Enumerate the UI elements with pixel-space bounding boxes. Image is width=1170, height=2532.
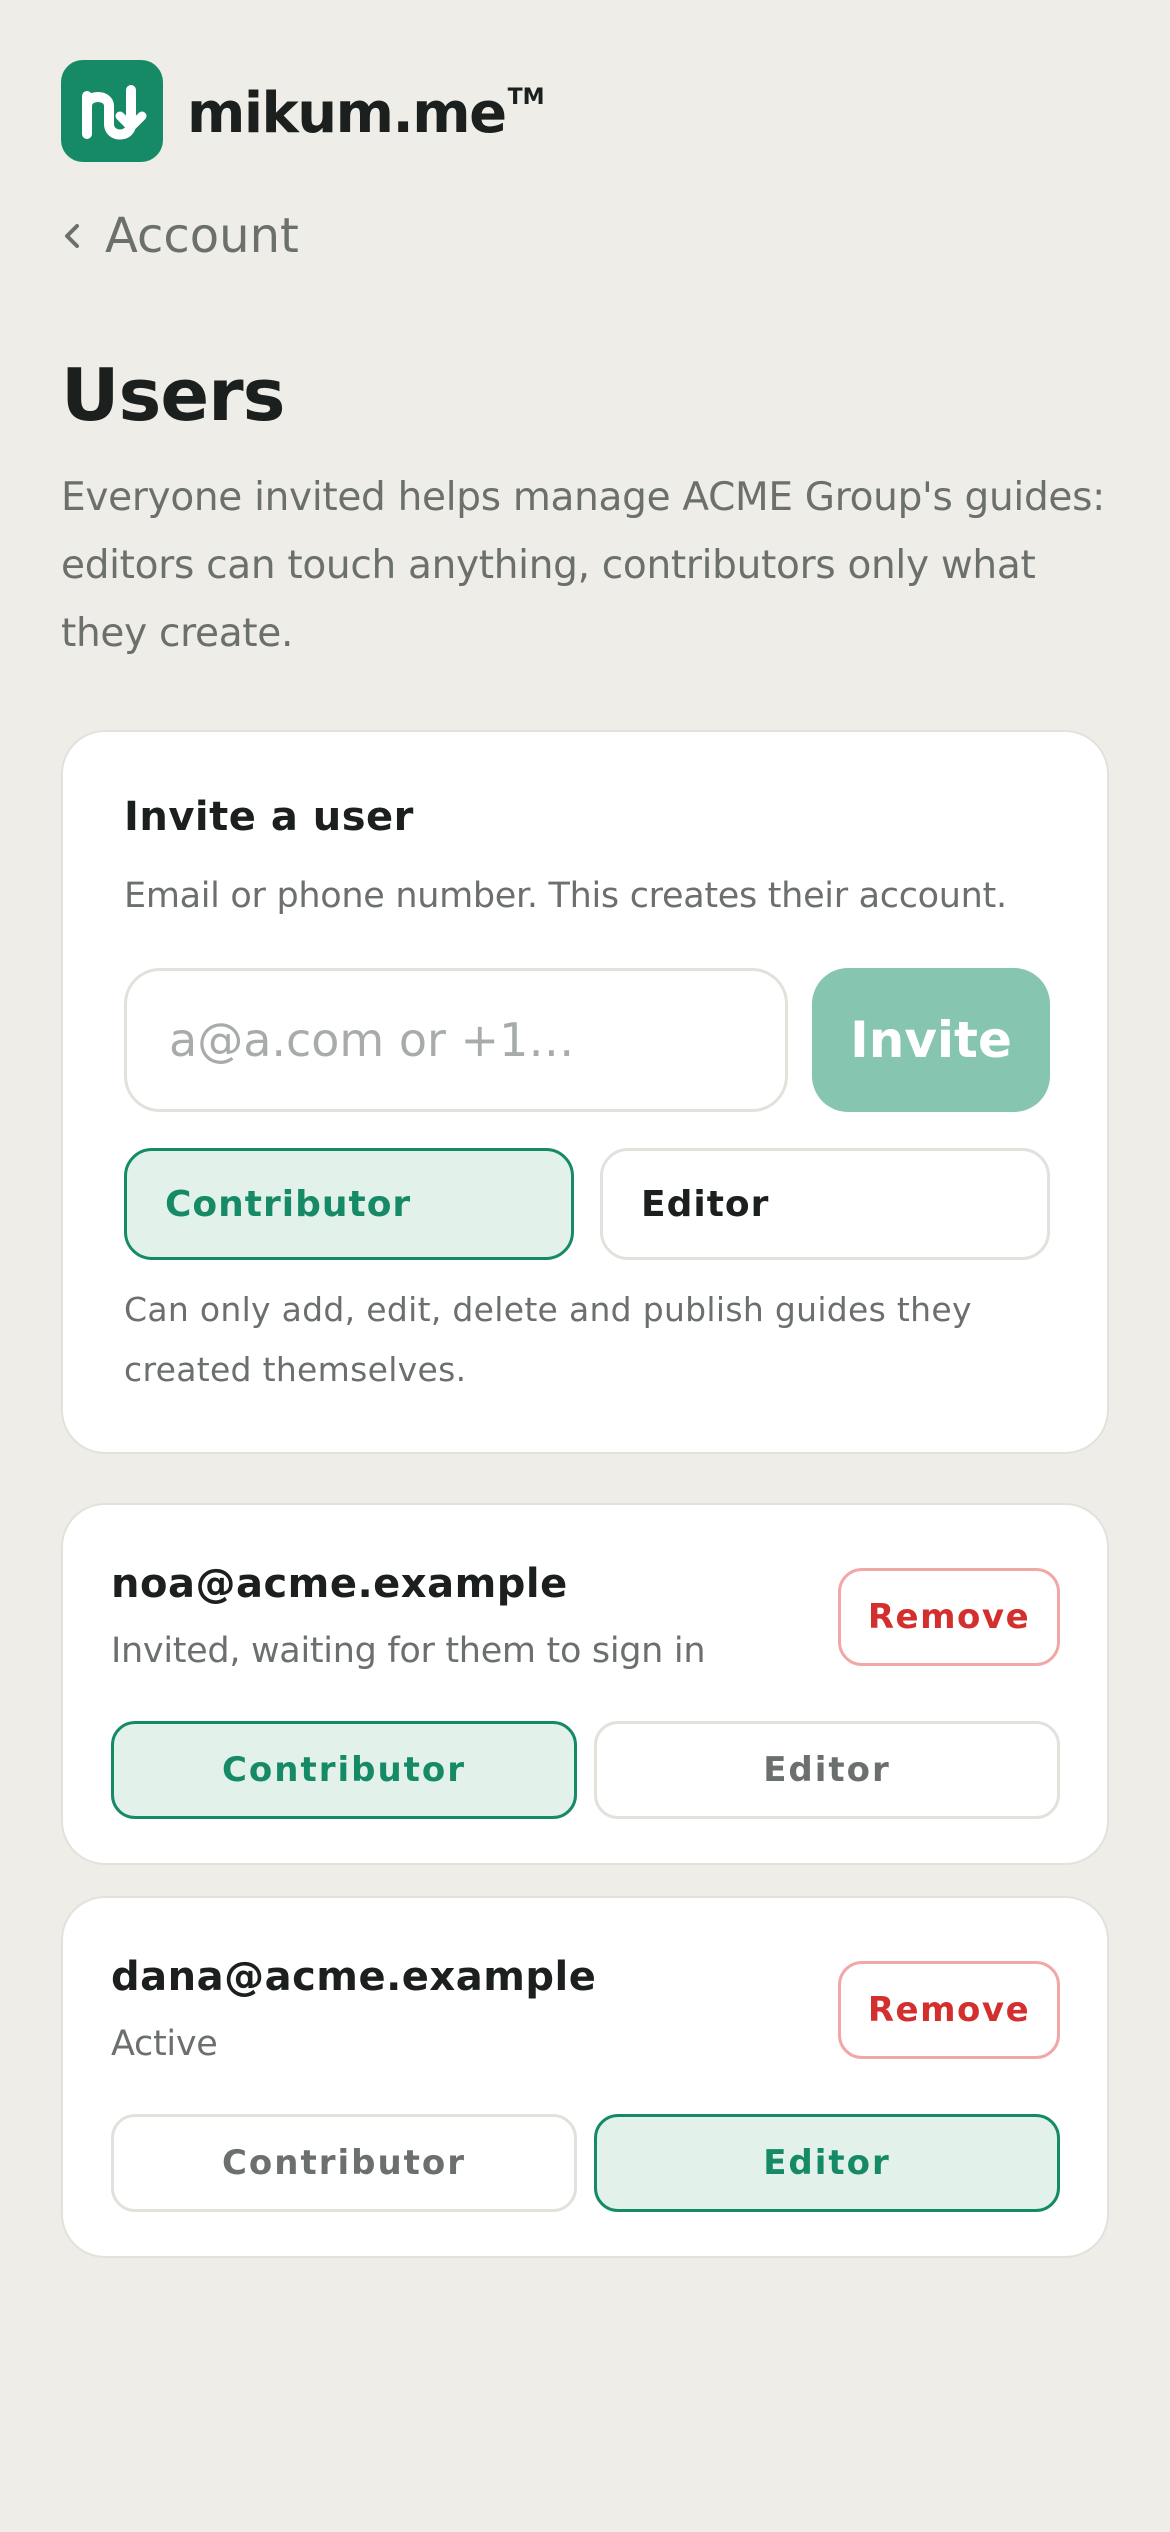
user-card: noa@acme.example Invited, waiting for th… [61, 1503, 1109, 1865]
chevron-left-icon [61, 221, 105, 251]
invite-role-contributor-button[interactable]: Contributor [124, 1148, 574, 1260]
remove-user-button[interactable]: Remove [838, 1568, 1060, 1666]
invite-role-editor-button[interactable]: Editor [600, 1148, 1050, 1260]
user-status: Active [111, 2024, 218, 2064]
user-role-editor-button[interactable]: Editor [594, 2114, 1060, 2212]
user-role-editor-button[interactable]: Editor [594, 1721, 1060, 1819]
page-description: Everyone invited helps manage ACME Group… [61, 475, 1105, 656]
back-link-label: Account [105, 208, 299, 264]
user-email: noa@acme.example [111, 1561, 568, 1607]
role-description: Can only add, edit, delete and publish g… [124, 1290, 972, 1389]
invite-title: Invite a user [124, 794, 414, 840]
brand-name: mikum.meTM [187, 80, 545, 146]
invite-contact-input[interactable] [124, 968, 788, 1112]
brand-header[interactable]: mikum.meTM [61, 60, 545, 162]
remove-user-button[interactable]: Remove [838, 1961, 1060, 2059]
user-email: dana@acme.example [111, 1954, 597, 2000]
user-card: dana@acme.example Active Remove Contribu… [61, 1896, 1109, 2258]
mikum-logo-icon [61, 60, 163, 162]
invite-card: Invite a user Email or phone number. Thi… [61, 730, 1109, 1454]
back-link[interactable]: Account [61, 204, 299, 268]
invite-help-text: Email or phone number. This creates thei… [124, 876, 1007, 916]
page-title: Users [61, 353, 286, 437]
user-role-contributor-button[interactable]: Contributor [111, 2114, 577, 2212]
user-role-contributor-button[interactable]: Contributor [111, 1721, 577, 1819]
trademark-mark: TM [507, 84, 545, 110]
invite-button[interactable]: Invite [812, 968, 1050, 1112]
user-status: Invited, waiting for them to sign in [111, 1631, 706, 1671]
